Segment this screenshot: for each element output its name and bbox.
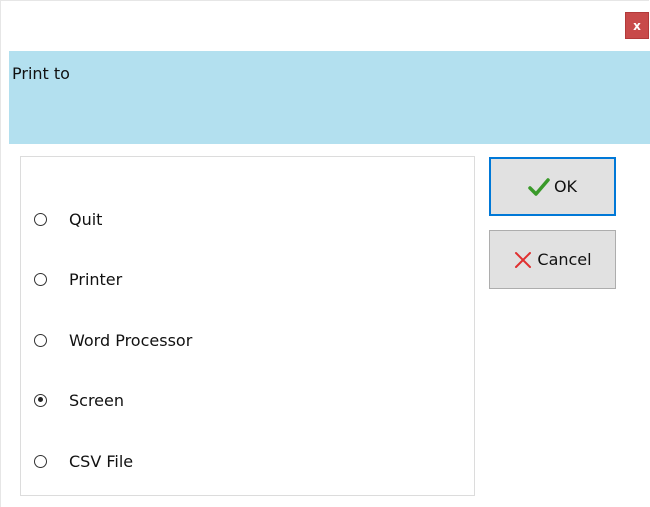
dialog-title: Print to xyxy=(12,64,70,83)
radio-button[interactable] xyxy=(34,454,47,468)
checkmark-icon xyxy=(528,177,550,196)
radio-option-quit[interactable]: Quit xyxy=(34,207,102,231)
radio-option-screen[interactable]: Screen xyxy=(34,388,124,412)
radio-label: CSV File xyxy=(69,451,134,471)
radio-button[interactable] xyxy=(34,272,47,286)
radio-button[interactable] xyxy=(34,333,47,347)
radio-option-csv-file[interactable]: CSV File xyxy=(34,449,133,473)
close-button[interactable]: x xyxy=(625,12,649,39)
radio-label: Printer xyxy=(69,269,123,289)
x-icon xyxy=(513,250,533,270)
radio-option-word-processor[interactable]: Word Processor xyxy=(34,328,192,352)
ok-label: OK xyxy=(553,177,578,196)
radio-label: Screen xyxy=(69,390,125,410)
print-destination-group: Quit Printer Word Processor Screen CSV F… xyxy=(20,156,475,496)
radio-button-selected[interactable] xyxy=(34,393,47,407)
close-icon: x xyxy=(633,18,641,33)
cancel-button[interactable]: Cancel xyxy=(489,230,616,289)
cancel-label: Cancel xyxy=(537,250,592,269)
print-dialog-window: x Print to Quit Printer Word Processor S… xyxy=(0,0,650,507)
dialog-header: Print to xyxy=(9,51,650,144)
radio-option-printer[interactable]: Printer xyxy=(34,267,122,291)
radio-label: Word Processor xyxy=(69,330,193,350)
ok-button[interactable]: OK xyxy=(489,157,616,216)
radio-label: Quit xyxy=(69,209,103,229)
radio-button[interactable] xyxy=(34,212,47,226)
